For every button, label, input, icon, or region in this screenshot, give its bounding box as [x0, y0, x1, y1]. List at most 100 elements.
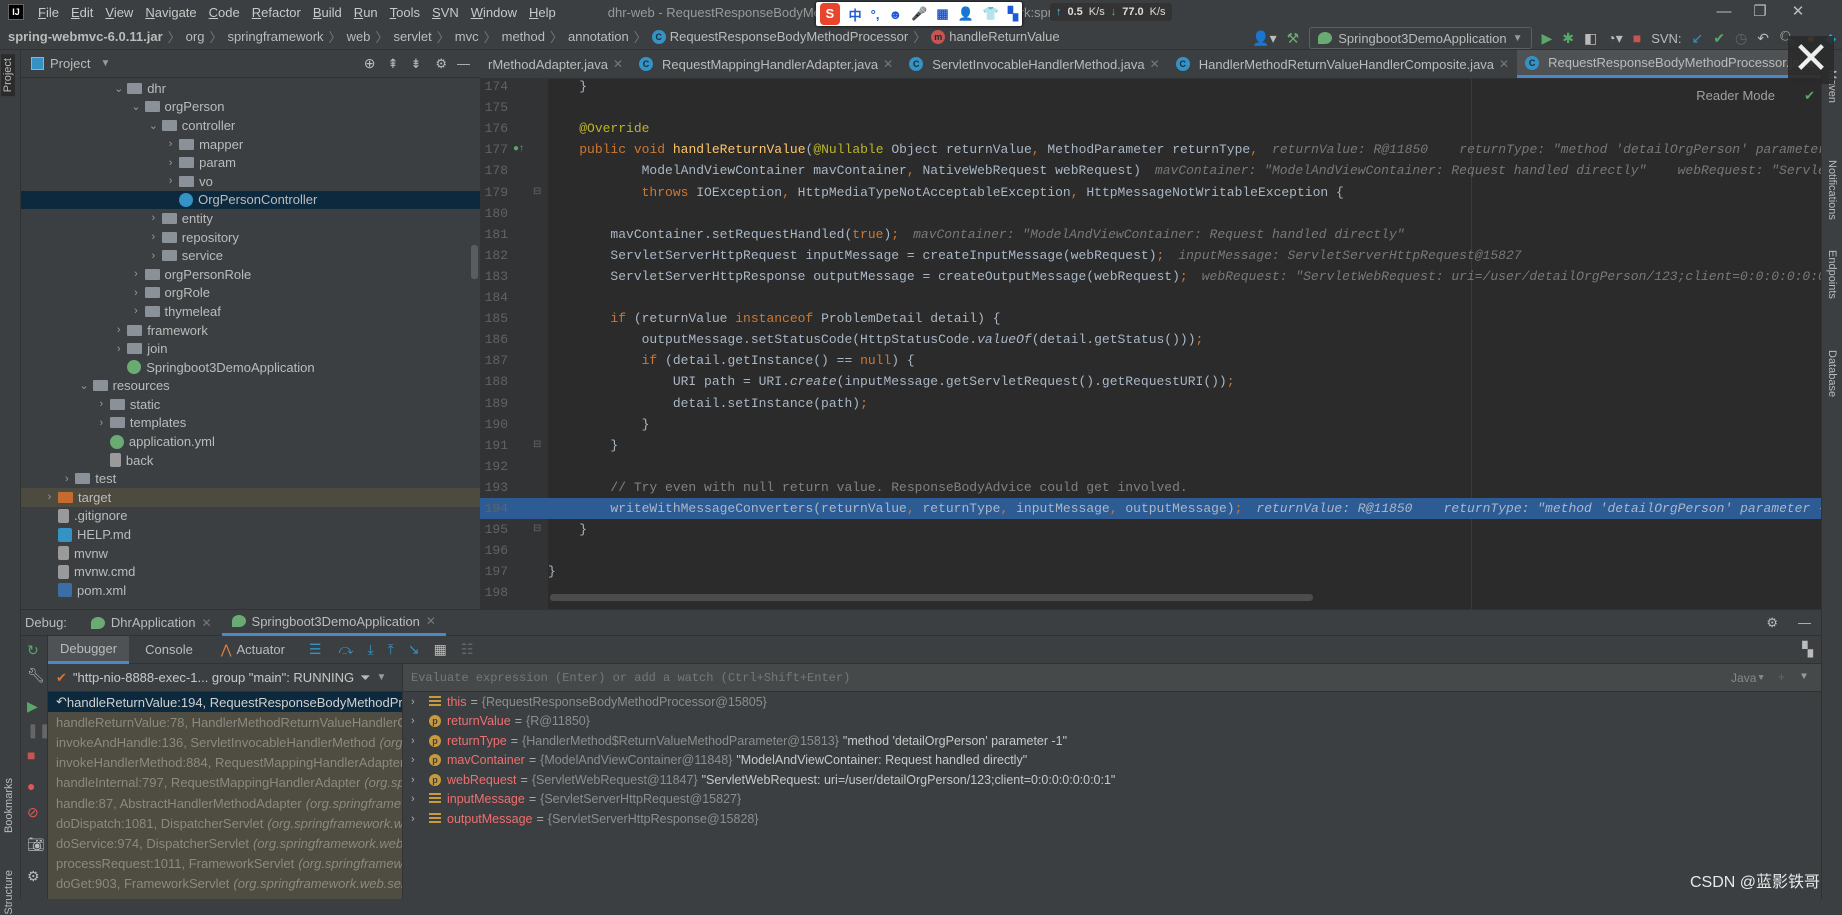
- notifications-tool-tab[interactable]: Notifications: [1826, 160, 1838, 220]
- ime-toolbar[interactable]: S 中 °, ☻ 🎤 ▦ 👤 👕 ▚: [816, 2, 1022, 26]
- expand-chevron-icon[interactable]: ›: [411, 735, 429, 747]
- stack-frame[interactable]: processRequest:1011, FrameworkServlet (or…: [48, 854, 402, 874]
- menu-item-refactor[interactable]: Refactor: [252, 5, 301, 20]
- user-icon[interactable]: 👤▾: [1252, 30, 1276, 47]
- locate-file-icon[interactable]: ⊕: [364, 55, 376, 72]
- breadcrumb-item[interactable]: method: [502, 29, 545, 44]
- tree-item[interactable]: Springboot3DemoApplication: [21, 358, 480, 377]
- stop-icon[interactable]: ■: [27, 747, 35, 763]
- chevron-right-icon[interactable]: ›: [162, 157, 179, 169]
- stop-icon[interactable]: ■: [1633, 30, 1641, 46]
- tree-item[interactable]: HELP.md: [21, 525, 480, 544]
- view-breakpoints-icon[interactable]: ●: [27, 778, 35, 794]
- chevron-right-icon[interactable]: ›: [128, 305, 145, 317]
- tree-item[interactable]: › entity: [21, 209, 480, 228]
- tree-item[interactable]: mvnw.cmd: [21, 562, 480, 581]
- ime-punctuation[interactable]: °,: [871, 7, 880, 22]
- ime-emoji-icon[interactable]: ☻: [888, 7, 902, 22]
- variable-row[interactable]: › inputMessage = {ServletServerHttpRequest@…: [403, 790, 1821, 810]
- stack-frame[interactable]: doService:974, DispatcherServlet (org.spr…: [48, 833, 402, 853]
- variable-row[interactable]: › p returnValue = {R@11850}: [403, 712, 1821, 732]
- trace-icon[interactable]: ☷: [461, 641, 474, 658]
- step-over-icon[interactable]: ⤼: [338, 641, 353, 658]
- run-to-cursor-icon[interactable]: ↘: [408, 641, 420, 658]
- tree-item[interactable]: back: [21, 451, 480, 470]
- chevron-right-icon[interactable]: ›: [162, 175, 179, 187]
- menu-item-run[interactable]: Run: [354, 5, 378, 20]
- stack-frame[interactable]: invokeHandlerMethod:884, RequestMappingH…: [48, 753, 402, 773]
- reader-mode-button[interactable]: Reader Mode: [1696, 88, 1775, 103]
- evaluate-expression-input[interactable]: Evaluate expression (Enter) or add a wat…: [402, 664, 1821, 692]
- breadcrumb-item[interactable]: m handleReturnValue: [931, 29, 1060, 44]
- ime-toolbox-icon[interactable]: ▚: [1008, 6, 1018, 22]
- ime-chinese-mode[interactable]: 中: [849, 5, 862, 24]
- menu-item-code[interactable]: Code: [209, 5, 240, 20]
- chevron-down-icon[interactable]: ▼: [100, 58, 110, 69]
- tree-item[interactable]: › thymeleaf: [21, 302, 480, 321]
- ime-keyboard-icon[interactable]: ▦: [936, 6, 948, 22]
- database-tool-tab[interactable]: Database: [1826, 350, 1838, 397]
- minimize-window-button[interactable]: —: [1706, 0, 1742, 24]
- expand-chevron-icon[interactable]: ›: [411, 696, 429, 708]
- debug-session-tab[interactable]: DhrApplication ✕: [81, 610, 222, 636]
- expand-chevron-icon[interactable]: ›: [411, 793, 429, 805]
- breadcrumb-item[interactable]: springframework: [227, 29, 323, 44]
- close-window-button[interactable]: ✕: [1780, 0, 1816, 24]
- show-execution-point-icon[interactable]: ☰: [309, 641, 322, 658]
- modify-settings-wrench-icon[interactable]: 🔧︎: [27, 667, 45, 684]
- breadcrumb-item[interactable]: C RequestResponseBodyMethodProcessor: [651, 29, 908, 44]
- svn-update-icon[interactable]: ↙: [1692, 30, 1704, 47]
- tree-item[interactable]: › orgRole: [21, 284, 480, 303]
- stack-frame[interactable]: handleReturnValue:78, HandlerMethodRetur…: [48, 712, 402, 732]
- chevron-right-icon[interactable]: ›: [110, 343, 127, 355]
- tab-actuator[interactable]: ⋀ Actuator: [209, 636, 297, 664]
- rerun-icon[interactable]: ↻: [27, 642, 39, 659]
- tree-item[interactable]: ⌄ resources: [21, 377, 480, 396]
- menu-item-svn[interactable]: SVN: [432, 5, 459, 20]
- chevron-down-icon[interactable]: ⌄: [145, 119, 162, 132]
- filter-icon[interactable]: ⏷: [360, 670, 370, 686]
- collapse-all-icon[interactable]: ⇟: [410, 56, 421, 72]
- stack-frame[interactable]: handle:87, AbstractHandlerMethodAdapter(…: [48, 793, 402, 813]
- ime-voice-icon[interactable]: 🎤: [911, 6, 927, 22]
- stack-frame[interactable]: doGet:903, FrameworkServlet (org.springfr…: [48, 874, 402, 894]
- debug-session-tab[interactable]: Springboot3DemoApplication ✕: [221, 610, 446, 636]
- editor-horizontal-scrollbar[interactable]: [550, 594, 1313, 601]
- hide-panel-icon[interactable]: —: [457, 56, 470, 71]
- close-tab-icon[interactable]: ✕: [1150, 57, 1160, 71]
- menu-item-edit[interactable]: Edit: [71, 5, 93, 20]
- tree-item[interactable]: › mapper: [21, 135, 480, 154]
- expand-chevron-icon[interactable]: ›: [411, 813, 429, 825]
- tree-item[interactable]: › target: [21, 488, 480, 507]
- tree-item[interactable]: pom.xml: [21, 581, 480, 600]
- code-editor[interactable]: ●↑⊟⊟●⊟ 174 }175176 @Override177 public v…: [480, 79, 1821, 609]
- project-tree-scrollbar[interactable]: [471, 245, 478, 279]
- layout-settings-icon[interactable]: ▚: [1802, 641, 1813, 658]
- chevron-right-icon[interactable]: ›: [128, 268, 145, 280]
- tree-item[interactable]: › test: [21, 469, 480, 488]
- evaluate-expression-icon[interactable]: ▦: [434, 641, 447, 658]
- tree-item[interactable]: › repository: [21, 228, 480, 247]
- expand-chevron-icon[interactable]: ›: [411, 754, 429, 766]
- chevron-right-icon[interactable]: ›: [145, 231, 162, 243]
- restore-window-button[interactable]: ❐: [1742, 0, 1778, 24]
- stack-frame[interactable]: invokeAndHandle:136, ServletInvocableHan…: [48, 732, 402, 752]
- project-view-select[interactable]: Project: [50, 56, 90, 71]
- profile-icon[interactable]: ◔▾: [1607, 30, 1622, 47]
- hide-panel-icon[interactable]: —: [1798, 615, 1811, 630]
- tree-item[interactable]: OrgPersonController: [21, 190, 480, 210]
- chevron-right-icon[interactable]: ›: [128, 287, 145, 299]
- chevron-right-icon[interactable]: ›: [145, 250, 162, 262]
- variable-row[interactable]: › p webRequest = {ServletWebRequest@11847} "S…: [403, 770, 1821, 790]
- pause-program-icon[interactable]: ❚❚: [27, 722, 50, 739]
- breadcrumb-item[interactable]: mvc: [455, 29, 479, 44]
- chevron-down-icon[interactable]: ⌄: [76, 379, 93, 392]
- editor-tab[interactable]: C RequestMappingHandlerAdapter.java ✕: [631, 50, 901, 78]
- expand-history-icon[interactable]: ▼: [1801, 672, 1807, 683]
- expand-chevron-icon[interactable]: ›: [411, 715, 429, 727]
- gear-icon[interactable]: ⚙: [1766, 615, 1778, 631]
- ime-user-icon[interactable]: 👤: [958, 6, 974, 22]
- breadcrumb-item[interactable]: spring-webmvc-6.0.11.jar: [8, 29, 163, 44]
- tree-item[interactable]: › templates: [21, 414, 480, 433]
- breadcrumb-item[interactable]: annotation: [568, 29, 629, 44]
